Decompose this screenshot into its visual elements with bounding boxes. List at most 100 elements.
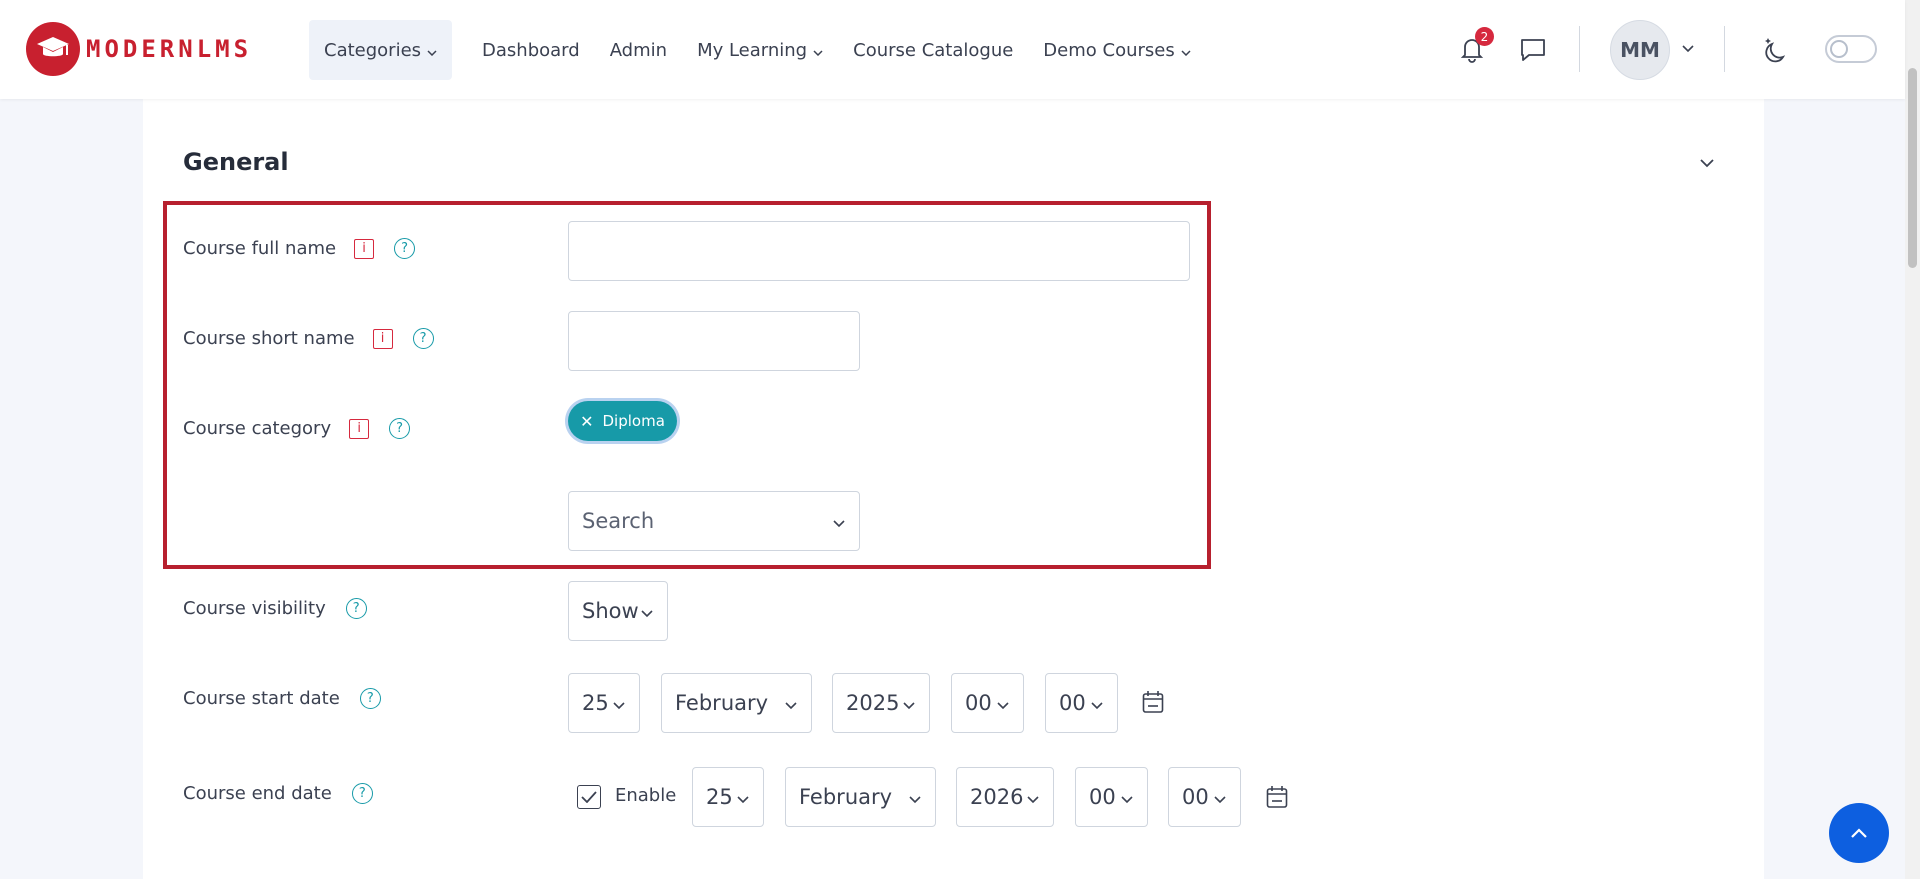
course-full-name-input[interactable] [568, 221, 1190, 281]
chevron-down-icon[interactable] [1681, 44, 1695, 54]
scrollbar-thumb[interactable] [1908, 68, 1917, 268]
brand-name: MODERNLMS [86, 35, 253, 63]
end-date-label-row: Course end date ? [183, 783, 373, 804]
select-value: 00 [1182, 785, 1209, 809]
chevron-down-icon[interactable] [1700, 153, 1714, 172]
chevron-down-icon [737, 785, 749, 809]
question-circle-icon[interactable]: ? [351, 783, 373, 804]
field-label: Course end date [183, 783, 332, 804]
question-circle-icon[interactable]: ? [389, 418, 411, 439]
chevron-down-icon [1214, 785, 1226, 809]
divider [1579, 26, 1580, 72]
chat-bubble-icon[interactable] [1518, 35, 1548, 65]
chevron-down-icon [641, 599, 653, 623]
chevron-down-icon [1181, 40, 1191, 61]
required-info-icon[interactable]: i [354, 238, 375, 259]
moon-stars-icon[interactable] [1760, 34, 1790, 64]
enable-label: Enable [615, 785, 677, 806]
graduation-cap-icon [26, 22, 80, 76]
field-label: Course visibility [183, 598, 326, 619]
nav-demo-courses[interactable]: Demo Courses [1028, 20, 1205, 80]
user-initials: MM [1620, 38, 1660, 62]
select-value: February [799, 785, 893, 809]
select-value: Show [582, 599, 639, 623]
question-circle-icon[interactable]: ? [345, 598, 367, 619]
start-minute-select[interactable]: 00 [1045, 673, 1118, 733]
nav-label: Course Catalogue [853, 39, 1014, 61]
nav-course-catalogue[interactable]: Course Catalogue [838, 20, 1028, 80]
toggle-knob [1830, 40, 1848, 58]
calendar-icon[interactable] [1142, 690, 1164, 718]
select-value: 2026 [970, 785, 1024, 809]
select-value: 2025 [846, 691, 900, 715]
divider [1724, 26, 1725, 72]
nav-label: Categories [324, 39, 422, 61]
start-day-select[interactable]: 25 [568, 673, 640, 733]
chevron-down-icon [1091, 691, 1103, 715]
select-value: 25 [582, 691, 609, 715]
nav-categories[interactable]: Categories [309, 20, 453, 80]
required-info-icon[interactable]: i [349, 418, 370, 439]
field-label: Course start date [183, 688, 340, 709]
close-icon[interactable]: ✕ [580, 412, 593, 431]
category-label-row: Course category i ? [183, 418, 411, 439]
end-minute-select[interactable]: 00 [1168, 767, 1241, 827]
select-value: 00 [1059, 691, 1086, 715]
field-label: Course full name [183, 238, 337, 259]
visibility-label-row: Course visibility ? [183, 598, 367, 619]
search-placeholder: Search [582, 509, 655, 533]
main-nav: Categories Dashboard Admin My Learning C… [309, 20, 1206, 80]
top-navbar: MODERNLMS Categories Dashboard Admin My … [0, 0, 1905, 99]
calendar-icon[interactable] [1266, 785, 1288, 813]
required-info-icon[interactable]: i [372, 328, 393, 349]
chevron-down-icon [1121, 785, 1133, 809]
select-value: 00 [965, 691, 992, 715]
nav-my-learning[interactable]: My Learning [682, 20, 838, 80]
chevron-down-icon [1027, 785, 1039, 809]
select-value: 25 [706, 785, 733, 809]
end-year-select[interactable]: 2026 [956, 767, 1054, 827]
nav-admin[interactable]: Admin [595, 20, 682, 80]
category-search-select[interactable]: Search [568, 491, 860, 551]
field-label: Course category [183, 418, 332, 439]
question-circle-icon[interactable]: ? [359, 688, 381, 709]
chevron-down-icon [785, 691, 797, 715]
nav-label: Dashboard [482, 39, 580, 61]
chevron-down-icon [833, 509, 845, 533]
back-to-top-button[interactable] [1829, 803, 1889, 863]
nav-label: Admin [609, 39, 668, 61]
start-year-select[interactable]: 2025 [832, 673, 930, 733]
brand-logo[interactable]: MODERNLMS [26, 22, 252, 76]
end-day-select[interactable]: 25 [692, 767, 764, 827]
chevron-down-icon [813, 40, 823, 61]
course-short-name-input[interactable] [568, 311, 860, 371]
chevron-down-icon [909, 785, 921, 809]
full-name-label-row: Course full name i ? [183, 238, 416, 259]
short-name-label-row: Course short name i ? [183, 328, 434, 349]
start-month-select[interactable]: February [661, 673, 812, 733]
question-circle-icon[interactable]: ? [394, 238, 416, 259]
start-hour-select[interactable]: 00 [951, 673, 1024, 733]
visibility-select[interactable]: Show [568, 581, 668, 641]
theme-toggle[interactable] [1825, 35, 1877, 63]
end-hour-select[interactable]: 00 [1075, 767, 1148, 827]
category-chip[interactable]: ✕ Diploma [568, 401, 677, 441]
notification-badge: 2 [1475, 27, 1494, 46]
chip-label: Diploma [602, 412, 665, 430]
chevron-down-icon [427, 40, 437, 61]
select-value: 00 [1089, 785, 1116, 809]
end-date-enable-checkbox[interactable] [577, 785, 601, 809]
question-circle-icon[interactable]: ? [412, 328, 434, 349]
chevron-down-icon [613, 691, 625, 715]
chevron-down-icon [997, 691, 1009, 715]
field-label: Course short name [183, 328, 355, 349]
select-value: February [675, 691, 769, 715]
user-avatar[interactable]: MM [1610, 20, 1670, 80]
chevron-up-icon [1850, 824, 1868, 843]
nav-label: Demo Courses [1043, 39, 1175, 61]
start-date-label-row: Course start date ? [183, 688, 381, 709]
section-title: General [183, 148, 289, 176]
end-month-select[interactable]: February [785, 767, 936, 827]
chevron-down-icon [903, 691, 915, 715]
nav-dashboard[interactable]: Dashboard [467, 20, 595, 80]
